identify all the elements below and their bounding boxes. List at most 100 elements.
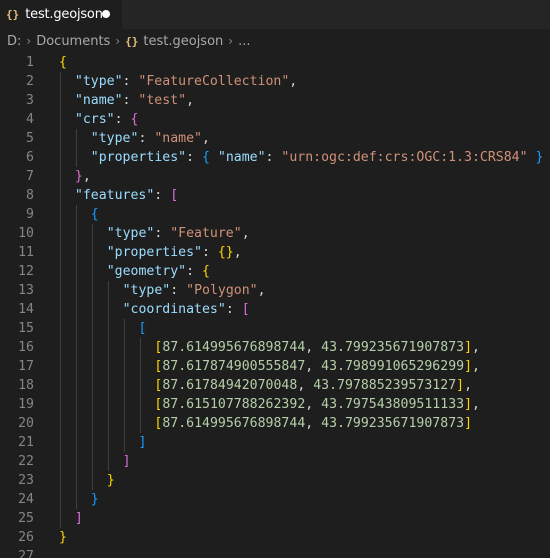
line-number: 10	[18, 226, 34, 241]
code-token: 87.617874900555847	[162, 359, 306, 374]
line-number: 7	[26, 169, 34, 184]
code-token: :	[186, 150, 202, 165]
code-token: :	[186, 264, 202, 279]
line-number: 26	[18, 530, 34, 545]
breadcrumb-file[interactable]: test.geojson	[143, 34, 223, 49]
code-line[interactable]: 3 "name": "test",	[0, 91, 550, 110]
code-line[interactable]: 14 "coordinates": [	[0, 300, 550, 319]
code-line[interactable]: 12 "geometry": {	[0, 262, 550, 281]
line-number: 1	[26, 55, 34, 70]
code-line[interactable]: 7},	[0, 167, 550, 186]
code-token: "geometry"	[106, 264, 187, 279]
code-line[interactable]: 21]	[0, 433, 550, 452]
line-number: 17	[18, 359, 34, 374]
code-line[interactable]: 27	[0, 547, 550, 558]
code-token: [	[241, 302, 250, 317]
code-text: }	[91, 490, 99, 509]
code-token: 43.797543809511133	[321, 397, 465, 412]
breadcrumb-folder[interactable]: Documents	[36, 34, 110, 49]
code-token: ]	[74, 511, 83, 526]
code-line[interactable]: 1{	[0, 53, 550, 72]
code-token: "name"	[74, 93, 123, 108]
code-token: "properties"	[106, 245, 202, 260]
line-number: 12	[18, 264, 34, 279]
code-token: {}	[217, 245, 234, 260]
code-text: [87.617874900555847, 43.798991065296299]…	[154, 357, 480, 376]
code-line[interactable]: 17 [87.617874900555847, 43.79899106529629…	[0, 357, 550, 376]
code-token: [	[170, 188, 179, 203]
code-token: ,	[305, 340, 322, 355]
code-token: ,	[201, 131, 210, 146]
code-token: ]	[464, 397, 473, 412]
line-number: 5	[26, 131, 34, 146]
code-token: ,	[472, 340, 480, 355]
code-token: "type"	[74, 74, 123, 89]
code-token: 87.614995676898744	[162, 340, 306, 355]
code-token: {	[90, 207, 99, 222]
code-text: [87.614995676898744, 43.799235671907873]	[154, 414, 472, 433]
code-token: "crs"	[74, 112, 115, 127]
code-token: ,	[241, 226, 250, 241]
code-token: }	[535, 150, 544, 165]
code-text: {	[59, 53, 67, 72]
code-line[interactable]: 13 "type": "Polygon",	[0, 281, 550, 300]
code-editor[interactable]: 1{2 "type": "FeatureCollection", 3 "name": …	[0, 53, 550, 558]
unsaved-dot-icon[interactable]	[102, 10, 110, 18]
code-line[interactable]: 10 "type": "Feature",	[0, 224, 550, 243]
code-token: ]	[122, 454, 131, 469]
code-line[interactable]: 2 "type": "FeatureCollection",	[0, 72, 550, 91]
code-text: "type": "FeatureCollection",	[75, 72, 297, 91]
code-token: {	[201, 264, 210, 279]
code-line[interactable]: 26}	[0, 528, 550, 547]
code-line[interactable]: 8 "features": [	[0, 186, 550, 205]
code-line[interactable]: 6 "properties": { "name": "urn:ogc:def:cr…	[0, 148, 550, 167]
code-token: "type"	[122, 283, 171, 298]
code-token: "type"	[106, 226, 155, 241]
code-token: ,	[472, 359, 480, 374]
code-text: ]	[139, 433, 147, 452]
code-line[interactable]: 23}	[0, 471, 550, 490]
code-line[interactable]: 9{	[0, 205, 550, 224]
code-token: [	[138, 321, 147, 336]
code-text: "properties": { "name": "urn:ogc:def:crs…	[91, 148, 544, 167]
code-line[interactable]: 16 [87.614995676898744, 43.79923567190787…	[0, 338, 550, 357]
code-line[interactable]: 20 [87.614995676898744, 43.79923567190787…	[0, 414, 550, 433]
line-number: 6	[26, 150, 34, 165]
code-token: ]	[138, 435, 147, 450]
code-line[interactable]: 18 [87.61784942070048, 43.797885239573127…	[0, 376, 550, 395]
json-file-icon: {}	[6, 8, 20, 21]
code-line[interactable]: 11 "properties": {},	[0, 243, 550, 262]
code-text: }	[107, 471, 115, 490]
code-line[interactable]: 5 "type": "name",	[0, 129, 550, 148]
line-number: 25	[18, 511, 34, 526]
code-token: :	[201, 245, 218, 260]
code-token: :	[114, 112, 131, 127]
code-line[interactable]: 24}	[0, 490, 550, 509]
code-token: }	[106, 473, 115, 488]
code-token: 43.798991065296299	[321, 359, 465, 374]
code-text: "type": "Feature",	[107, 224, 250, 243]
code-token: :	[265, 150, 282, 165]
code-line[interactable]: 4 "crs": {	[0, 110, 550, 129]
code-line[interactable]: 15 [	[0, 319, 550, 338]
line-number: 24	[18, 492, 34, 507]
line-number: 16	[18, 340, 34, 355]
breadcrumb-more[interactable]: ...	[238, 34, 250, 49]
tab-label: test.geojson	[25, 7, 103, 22]
code-token: ,	[297, 378, 314, 393]
tab-test-geojson[interactable]: {} test.geojson	[0, 0, 122, 29]
code-token: ,	[289, 74, 298, 89]
code-line[interactable]: 22]	[0, 452, 550, 471]
breadcrumb-drive[interactable]: D:	[7, 34, 21, 49]
line-number: 15	[18, 321, 34, 336]
code-token: ]	[464, 340, 473, 355]
code-text: ]	[75, 509, 83, 528]
code-line[interactable]: 25]	[0, 509, 550, 528]
line-number: 13	[18, 283, 34, 298]
tab-bar: {} test.geojson	[0, 0, 550, 29]
code-token: ,	[82, 169, 91, 184]
code-text: "name": "test",	[75, 91, 194, 110]
code-text: [	[139, 319, 147, 338]
line-number: 11	[18, 245, 34, 260]
code-line[interactable]: 19 [87.615107788262392, 43.79754380951113…	[0, 395, 550, 414]
